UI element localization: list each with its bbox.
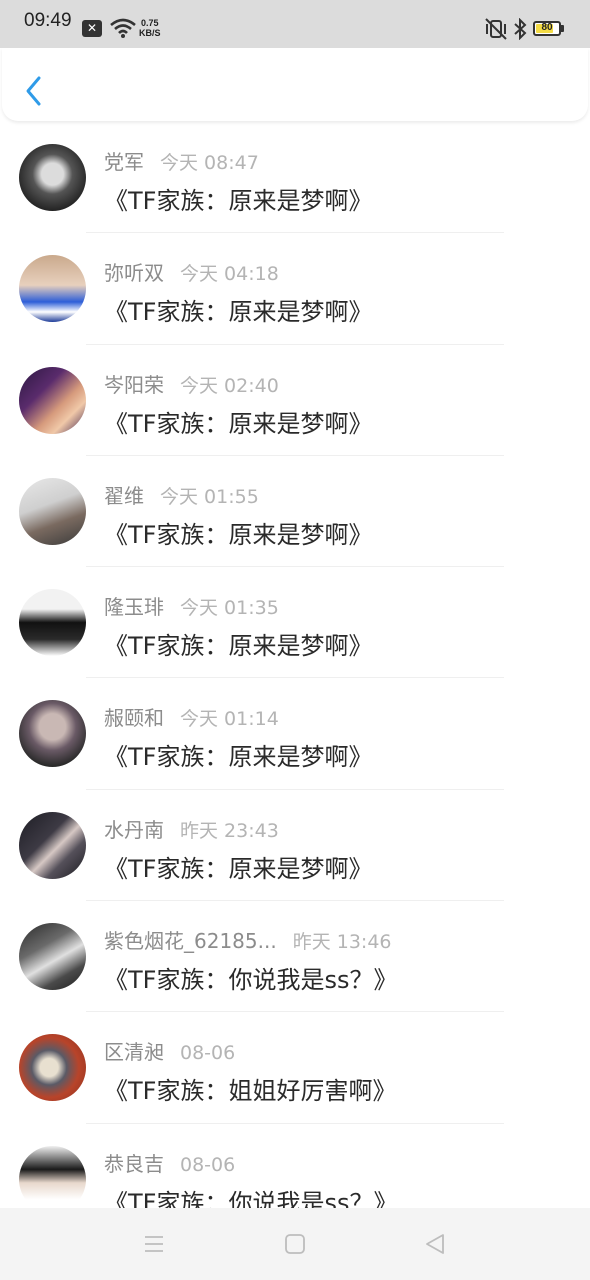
sender-name: 紫色烟花_62185... 昨天 13:46 [104,925,392,954]
network-speed-value: 0.75 [140,18,159,28]
list-item[interactable]: 翟维 今天 01:55 《TF家族：原来是梦啊》 [0,456,590,568]
sender-name: 区清昶 08-06 [104,1036,235,1065]
list-item[interactable]: 党军 今天 08:47 《TF家族：原来是梦啊》 [0,122,590,234]
header [2,48,588,121]
list-item[interactable]: 水丹南 昨天 23:43 《TF家族：原来是梦啊》 [0,790,590,902]
message-text: 《TF家族：姐姐好厉害啊》 [104,1077,397,1106]
avatar[interactable] [19,1145,86,1208]
avatar[interactable] [19,700,86,768]
menu-icon[interactable] [142,1232,166,1256]
sender-name-text: 赧颐和 [104,706,164,731]
sender-name: 岑阳荣 今天 02:40 [104,369,279,398]
back-triangle-icon[interactable] [423,1232,447,1256]
avatar[interactable] [19,255,86,323]
message-text: 《TF家族：原来是梦啊》 [104,409,373,438]
navigation-bar [0,1208,590,1280]
sender-name-text: 紫色烟花_62185... [104,929,277,954]
sender-name: 弥听双 今天 04:18 [104,257,279,286]
network-speed: 0.75 KB/S [139,18,161,38]
sender-name: 党军 今天 08:47 [104,146,259,175]
message-list: 党军 今天 08:47 《TF家族：原来是梦啊》 弥听双 今天 04:18 《TF家… [0,122,590,1208]
list-item[interactable]: 岑阳荣 今天 02:40 《TF家族：原来是梦啊》 [0,345,590,456]
sender-name-text: 水丹南 [104,817,164,842]
avatar[interactable] [19,923,86,991]
bluetooth-icon [514,18,527,40]
message-text: 《TF家族：原来是梦啊》 [104,854,373,883]
wifi-icon [110,18,136,38]
message-time: 昨天 13:46 [292,931,392,954]
list-item[interactable]: 弥听双 今天 04:18 《TF家族：原来是梦啊》 [0,233,590,345]
message-text: 《TF家族：原来是梦啊》 [104,520,373,549]
list-item[interactable]: 隆玉琲 今天 01:35 《TF家族：原来是梦啊》 [0,567,590,679]
list-item[interactable]: 赧颐和 今天 01:14 《TF家族：原来是梦啊》 [0,678,590,790]
avatar[interactable] [19,477,86,545]
sender-name-text: 党军 [104,150,144,174]
message-time: 今天 08:47 [160,152,259,174]
sender-name-text: 翟维 [104,483,144,508]
avatar[interactable] [19,144,86,211]
list-item[interactable]: 区清昶 08-06 《TF家族：姐姐好厉害啊》 [0,1012,590,1124]
sender-name: 水丹南 昨天 23:43 [104,814,279,843]
status-time: 09:49 [24,10,72,31]
network-speed-unit: KB/S [139,28,161,38]
message-time: 今天 02:40 [180,374,279,397]
chevron-left-icon[interactable] [20,74,48,108]
list-item[interactable]: 恭良吉 08-06 《TF家族：你说我是ss？》 [0,1124,590,1208]
message-time: 今天 01:14 [180,708,279,731]
avatar[interactable] [19,1034,86,1102]
message-text: 《TF家族：原来是梦啊》 [104,298,373,327]
message-time: 今天 01:55 [160,485,259,508]
message-text: 《TF家族：原来是梦啊》 [104,187,373,215]
sender-name: 赧颐和 今天 01:14 [104,702,279,731]
notification-x-icon: ✕ [82,20,102,37]
sender-name-text: 区清昶 [104,1040,164,1065]
message-text: 《TF家族：原来是梦啊》 [104,743,373,772]
message-time: 昨天 23:43 [180,819,279,842]
message-time: 今天 01:35 [180,597,279,620]
battery-tip [561,25,564,32]
message-text: 《TF家族：你说我是ss？》 [104,1188,398,1208]
battery-icon: 80 [533,21,561,36]
vibrate-mute-icon [485,18,507,40]
sender-name: 翟维 今天 01:55 [104,480,259,509]
sender-name-text: 弥听双 [104,261,164,286]
sender-name: 隆玉琲 今天 01:35 [104,591,279,620]
sender-name-text: 恭良吉 [104,1151,164,1176]
avatar[interactable] [19,589,86,657]
avatar[interactable] [19,366,86,434]
avatar[interactable] [19,811,86,879]
message-time: 今天 04:18 [180,263,279,286]
home-icon[interactable] [283,1232,307,1256]
status-bar: 09:49 ✕ 0.75 KB/S 80 [0,0,590,48]
message-time: 08-06 [180,1042,236,1065]
message-text: 《TF家族：原来是梦啊》 [104,632,373,661]
sender-name: 恭良吉 08-06 [104,1148,235,1177]
sender-name-text: 隆玉琲 [104,595,164,620]
battery-label: 80 [541,22,553,33]
message-text: 《TF家族：你说我是ss？》 [104,966,398,995]
message-time: 08-06 [180,1153,236,1176]
list-item[interactable]: 紫色烟花_62185... 昨天 13:46 《TF家族：你说我是ss？》 [0,901,590,1013]
sender-name-text: 岑阳荣 [104,372,164,397]
